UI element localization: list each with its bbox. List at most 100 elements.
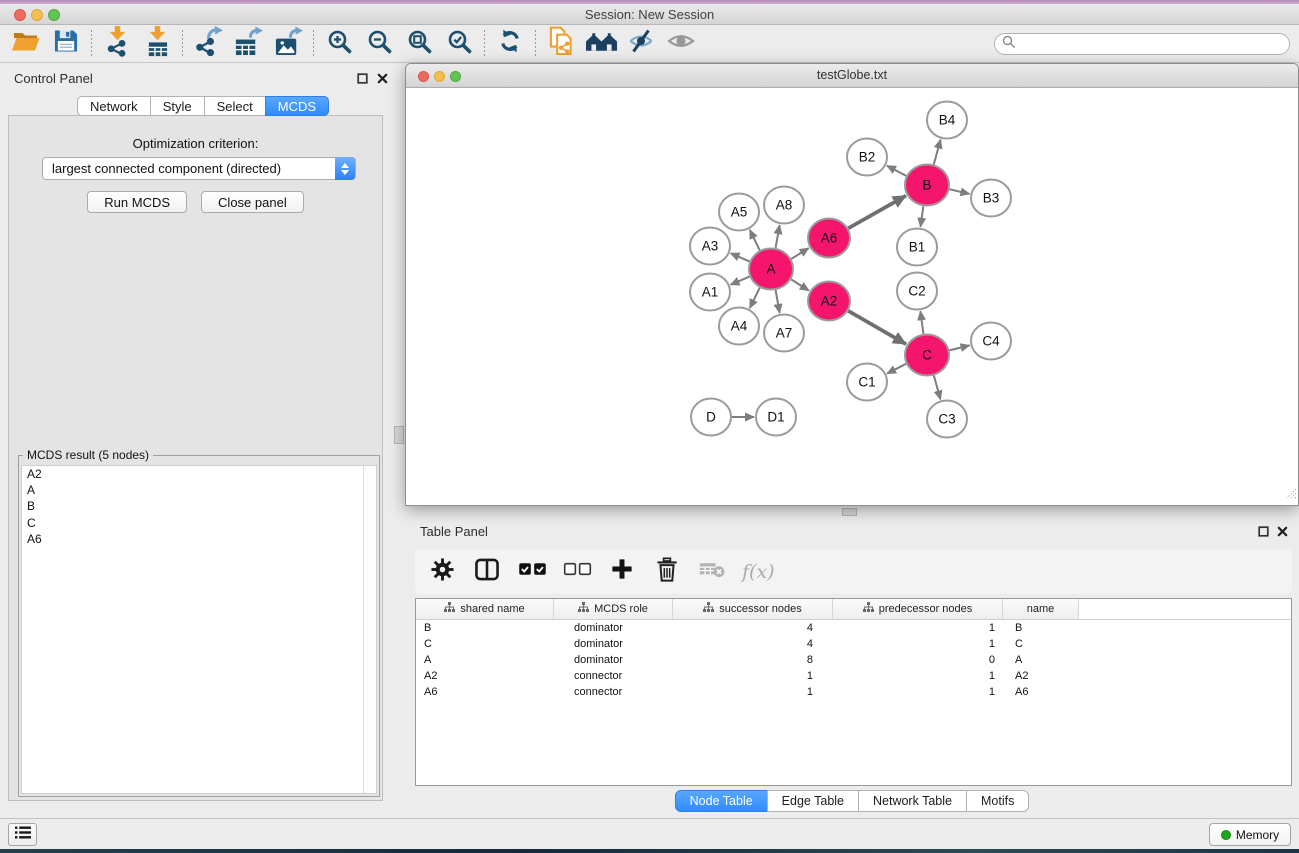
- tab-node-table[interactable]: Node Table: [675, 790, 768, 812]
- edge-C-C4[interactable]: [949, 345, 969, 350]
- table-cell[interactable]: 8: [673, 654, 833, 666]
- tab-select[interactable]: Select: [204, 96, 266, 116]
- run-mcds-button[interactable]: Run MCDS: [87, 191, 187, 213]
- criterion-select[interactable]: largest connected component (directed): [42, 157, 356, 180]
- edge-C-C3[interactable]: [934, 376, 941, 400]
- mcds-result-item[interactable]: B: [22, 498, 376, 514]
- edge-B-B3[interactable]: [950, 189, 970, 194]
- node-A5[interactable]: A5: [719, 194, 759, 231]
- table-panel-close-icon[interactable]: [1277, 526, 1288, 537]
- edge-A-A3[interactable]: [731, 253, 750, 261]
- table-cell[interactable]: A: [416, 654, 554, 666]
- table-cell[interactable]: 1: [833, 670, 1003, 682]
- node-A3[interactable]: A3: [690, 228, 730, 265]
- delete-columns-button[interactable]: [652, 555, 682, 589]
- column-header-successor-nodes[interactable]: successor nodes: [673, 599, 833, 619]
- table-cell[interactable]: C: [416, 638, 554, 650]
- node-B[interactable]: B: [905, 165, 949, 206]
- table-cell[interactable]: C: [1003, 638, 1079, 650]
- import-table-button[interactable]: [137, 27, 177, 61]
- zoom-selected-button[interactable]: [439, 27, 479, 61]
- tab-style[interactable]: Style: [150, 96, 205, 116]
- node-A7[interactable]: A7: [764, 315, 804, 352]
- mcds-result-item[interactable]: C: [22, 515, 376, 531]
- hide-selected-button[interactable]: [621, 27, 661, 61]
- zoom-out-button[interactable]: [359, 27, 399, 61]
- table-row[interactable]: Adominator80A: [416, 652, 1291, 668]
- table-cell[interactable]: A6: [1003, 686, 1079, 698]
- edge-A-A7[interactable]: [776, 290, 780, 313]
- tab-edge-table[interactable]: Edge Table: [767, 790, 859, 812]
- network-canvas[interactable]: B4B2BB3A8A5A6A3B1AC2A1A2A4A7C4CC1DD1C3: [406, 88, 1298, 505]
- export-image-button[interactable]: [268, 27, 308, 61]
- import-network-button[interactable]: [97, 27, 137, 61]
- vertical-split-handle[interactable]: [394, 426, 404, 444]
- column-header-name[interactable]: name: [1003, 599, 1079, 619]
- table-cell[interactable]: dominator: [554, 622, 673, 634]
- table-cell[interactable]: connector: [554, 686, 673, 698]
- table-cell[interactable]: 4: [673, 638, 833, 650]
- node-A[interactable]: A: [749, 249, 793, 290]
- table-cell[interactable]: A6: [416, 686, 554, 698]
- edge-A-A5[interactable]: [750, 230, 760, 250]
- new-network-from-selection-button[interactable]: [541, 27, 581, 61]
- table-row[interactable]: A2connector11A2: [416, 668, 1291, 684]
- edge-B-B2[interactable]: [887, 166, 906, 176]
- table-row[interactable]: A6connector11A6: [416, 684, 1291, 700]
- export-network-button[interactable]: [188, 27, 228, 61]
- control-panel-close-icon[interactable]: [377, 73, 388, 84]
- select-all-button[interactable]: [517, 555, 547, 589]
- node-C4[interactable]: C4: [971, 323, 1011, 360]
- node-B4[interactable]: B4: [927, 102, 967, 139]
- edge-B-B4[interactable]: [934, 140, 941, 165]
- table-cell[interactable]: connector: [554, 670, 673, 682]
- node-A2[interactable]: A2: [808, 282, 850, 321]
- edge-C-C2[interactable]: [920, 311, 923, 334]
- table-cell[interactable]: 1: [673, 686, 833, 698]
- resize-grip-icon[interactable]: [1283, 485, 1297, 504]
- table-settings-button[interactable]: [427, 555, 457, 589]
- table-cell[interactable]: dominator: [554, 638, 673, 650]
- houses-button[interactable]: [581, 27, 621, 61]
- mcds-result-item[interactable]: A: [22, 482, 376, 498]
- table-row[interactable]: Bdominator41B: [416, 620, 1291, 636]
- close-panel-button[interactable]: Close panel: [201, 191, 304, 213]
- table-cell[interactable]: 1: [673, 670, 833, 682]
- table-cell[interactable]: 0: [833, 654, 1003, 666]
- column-header-shared-name[interactable]: shared name: [416, 599, 554, 619]
- export-table-button[interactable]: [228, 27, 268, 61]
- edge-B-B1[interactable]: [921, 206, 924, 227]
- node-A1[interactable]: A1: [690, 274, 730, 311]
- table-cell[interactable]: 4: [673, 622, 833, 634]
- node-C[interactable]: C: [905, 335, 949, 376]
- column-header-MCDS-role[interactable]: MCDS role: [554, 599, 673, 619]
- mcds-list-scrollbar[interactable]: [363, 466, 376, 793]
- table-cell[interactable]: B: [1003, 622, 1079, 634]
- node-C1[interactable]: C1: [847, 364, 887, 401]
- edge-A-A4[interactable]: [750, 288, 760, 308]
- network-window-titlebar[interactable]: testGlobe.txt: [406, 64, 1298, 88]
- mcds-result-item[interactable]: A6: [22, 531, 376, 547]
- table-cell[interactable]: 1: [833, 638, 1003, 650]
- column-header-predecessor-nodes[interactable]: predecessor nodes: [833, 599, 1003, 619]
- node-D1[interactable]: D1: [756, 399, 796, 436]
- horizontal-split-handle[interactable]: [842, 508, 857, 516]
- edge-A-A2[interactable]: [791, 279, 809, 290]
- split-panel-button[interactable]: [472, 555, 502, 589]
- edge-A-A6[interactable]: [791, 248, 808, 259]
- node-C3[interactable]: C3: [927, 401, 967, 438]
- open-session-button[interactable]: [6, 27, 46, 61]
- table-cell[interactable]: B: [416, 622, 554, 634]
- add-column-button[interactable]: [607, 555, 637, 589]
- tab-network[interactable]: Network: [77, 96, 151, 116]
- node-table[interactable]: shared nameMCDS rolesuccessor nodesprede…: [415, 598, 1292, 786]
- network-graph[interactable]: B4B2BB3A8A5A6A3B1AC2A1A2A4A7C4CC1DD1C3: [406, 88, 1298, 505]
- node-A4[interactable]: A4: [719, 308, 759, 345]
- table-cell[interactable]: A2: [1003, 670, 1079, 682]
- edge-A2-C[interactable]: [848, 311, 906, 344]
- edge-A6-B[interactable]: [848, 196, 906, 229]
- table-cell[interactable]: 1: [833, 622, 1003, 634]
- edge-A-A1[interactable]: [731, 277, 750, 285]
- control-panel-float-icon[interactable]: [357, 73, 368, 84]
- apply-layout-button[interactable]: [490, 27, 530, 61]
